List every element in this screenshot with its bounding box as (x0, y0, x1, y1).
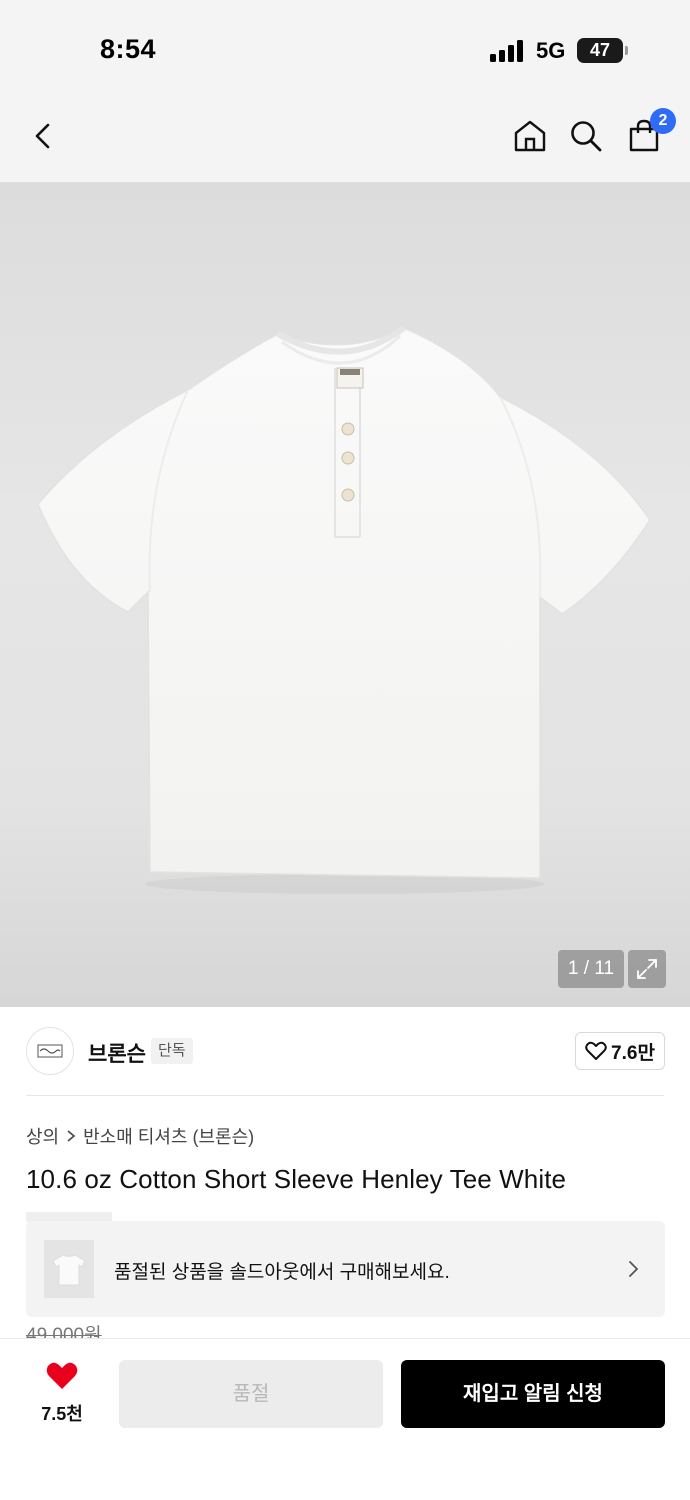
search-button[interactable] (566, 116, 606, 156)
brand-like-button[interactable]: 7.6만 (575, 1032, 665, 1070)
network-label: 5G (536, 38, 566, 63)
chevron-right-icon (629, 1261, 639, 1277)
bottom-action-bar: 7.5천 품절 재입고 알림 신청 (0, 1338, 690, 1500)
wishlist-button[interactable]: 7.5천 (28, 1361, 96, 1426)
home-button[interactable] (510, 116, 550, 156)
cart-count-badge: 2 (650, 108, 676, 134)
wishlist-count: 7.5천 (41, 1404, 83, 1424)
product-image (37, 325, 651, 894)
expand-icon (637, 959, 657, 979)
heart-outline-icon (585, 1041, 607, 1060)
breadcrumb: 상의 반소매 티셔츠 (브론슨) (26, 1123, 254, 1149)
chevron-left-icon (35, 123, 50, 149)
product-title: 10.6 oz Cotton Short Sleeve Henley Tee W… (26, 1164, 567, 1194)
heart-filled-icon (46, 1362, 78, 1389)
divider (26, 1095, 664, 1096)
exclusive-badge: 단독 (151, 1038, 193, 1064)
battery-icon: 47 (577, 38, 628, 63)
banner-text: 품절된 상품을 솔드아웃에서 구매해보세요. (114, 1262, 450, 1283)
status-bar: 8:54 5G 47 (0, 0, 690, 96)
soldout-button[interactable]: 품절 (119, 1360, 383, 1428)
brand-logo-mark (37, 1044, 63, 1058)
home-icon (514, 120, 546, 152)
search-icon (571, 121, 602, 152)
brand-row: 브론슨 단독 7.6만 (0, 1007, 690, 1095)
cart-button[interactable]: 2 (624, 108, 676, 156)
soldout-banner[interactable]: 품절된 상품을 솔드아웃에서 구매해보세요. (26, 1221, 665, 1317)
breadcrumb-category[interactable]: 상의 (26, 1123, 59, 1149)
status-time: 8:54 (100, 34, 157, 64)
breadcrumb-subcategory[interactable]: 반소매 티셔츠 (브론슨) (83, 1123, 254, 1149)
brand-name[interactable]: 브론슨 (88, 1038, 146, 1068)
signal-icon (490, 40, 524, 62)
restock-alert-button[interactable]: 재입고 알림 신청 (401, 1360, 665, 1428)
brand-logo[interactable] (26, 1027, 74, 1075)
back-button[interactable] (24, 116, 64, 156)
brand-like-count: 7.6만 (611, 1042, 655, 1064)
expand-image-button[interactable] (628, 950, 666, 988)
product-image-gallery[interactable] (0, 182, 690, 1007)
chevron-right-icon (67, 1130, 76, 1142)
image-counter: 1 / 11 (558, 950, 624, 988)
top-navigation: 2 (0, 96, 690, 182)
tshirt-thumbnail (52, 1254, 86, 1286)
banner-thumbnail (44, 1240, 94, 1298)
